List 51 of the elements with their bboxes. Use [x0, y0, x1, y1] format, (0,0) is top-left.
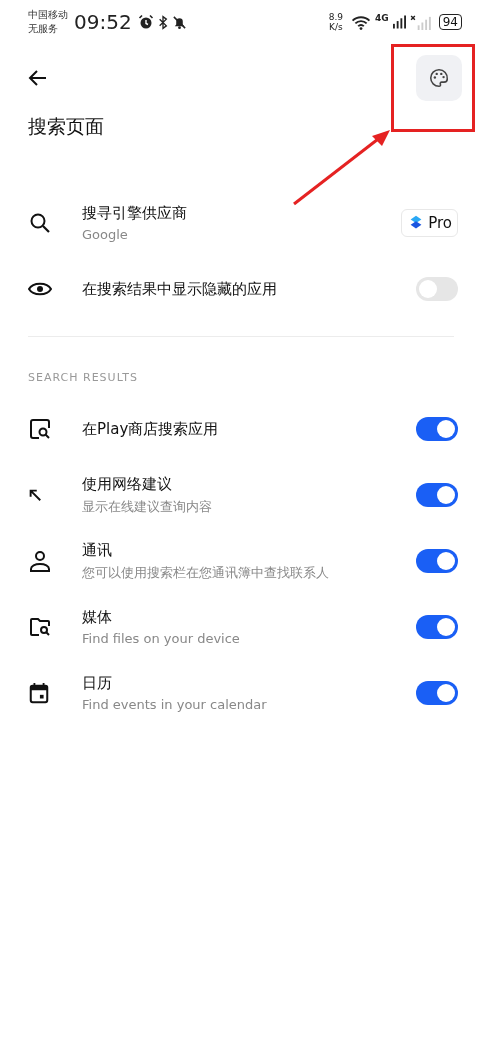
- service-status: 无服务: [28, 22, 59, 36]
- setting-title: 在搜索结果中显示隐藏的应用: [82, 279, 278, 299]
- toggle-switch[interactable]: [416, 681, 458, 705]
- calendar-icon: [28, 682, 50, 704]
- setting-title: 媒体: [82, 608, 113, 627]
- setting-title: 在Play商店搜索应用: [82, 419, 220, 439]
- section-header: SEARCH RESULTS: [28, 371, 139, 384]
- setting-subtitle: 您可以使用搜索栏在您通讯簿中查找联系人: [82, 563, 330, 582]
- palette-icon: [428, 67, 450, 89]
- back-arrow-icon[interactable]: [28, 68, 48, 88]
- network-type: 4G: [375, 13, 389, 23]
- setting-row[interactable]: 在搜索结果中显示隐藏的应用: [0, 256, 480, 322]
- setting-title: 搜寻引擎供应商: [82, 204, 188, 223]
- no-signal-icon: [409, 14, 431, 30]
- person-icon: [28, 549, 52, 573]
- page-title: 搜索页面: [28, 114, 105, 139]
- alarm-icon: [137, 14, 154, 30]
- setting-title: 日历: [82, 674, 113, 693]
- speed-unit: K/s: [329, 22, 343, 32]
- toggle-switch[interactable]: [416, 277, 458, 301]
- setting-link[interactable]: 搜寻引擎供应商 Google Pro: [0, 190, 480, 256]
- setting-subtitle: Google: [82, 227, 129, 242]
- muted-bell-icon: [171, 14, 187, 30]
- arrow-icon: [28, 488, 42, 502]
- setting-title: 使用网络建议: [82, 474, 173, 494]
- network-speed: 8.9: [328, 12, 344, 22]
- bluetooth-icon: [157, 14, 168, 30]
- folder-search-icon: [28, 615, 52, 639]
- store-search-icon: [28, 417, 52, 441]
- setting-title: 通讯: [82, 540, 113, 560]
- theme-button[interactable]: [416, 55, 462, 101]
- badge-label: Pro: [428, 214, 452, 232]
- carrier-name: 中国移动: [28, 8, 68, 22]
- toggle-switch[interactable]: [416, 417, 458, 441]
- toggle-switch[interactable]: [416, 615, 458, 639]
- battery-indicator: 94: [438, 14, 462, 30]
- setting-subtitle: Find events in your calendar: [82, 697, 268, 712]
- toggle-switch[interactable]: [416, 549, 458, 573]
- setting-row[interactable]: 在Play商店搜索应用: [0, 396, 480, 462]
- setting-row[interactable]: 日历 Find events in your calendar: [0, 660, 480, 726]
- clock: 09:52: [74, 10, 132, 34]
- setting-subtitle: Find files on your device: [82, 631, 241, 646]
- setting-row[interactable]: 媒体 Find files on your device: [0, 594, 480, 660]
- wifi-icon: [351, 14, 372, 30]
- eye-icon: [28, 281, 52, 297]
- signal-icon: [392, 15, 406, 29]
- toggle-switch[interactable]: [416, 483, 458, 507]
- setting-row[interactable]: 通讯 您可以使用搜索栏在您通讯簿中查找联系人: [0, 528, 480, 594]
- setting-row[interactable]: 使用网络建议 显示在线建议查询内容: [0, 462, 480, 528]
- setting-subtitle: 显示在线建议查询内容: [82, 497, 213, 516]
- search-icon: [28, 211, 52, 235]
